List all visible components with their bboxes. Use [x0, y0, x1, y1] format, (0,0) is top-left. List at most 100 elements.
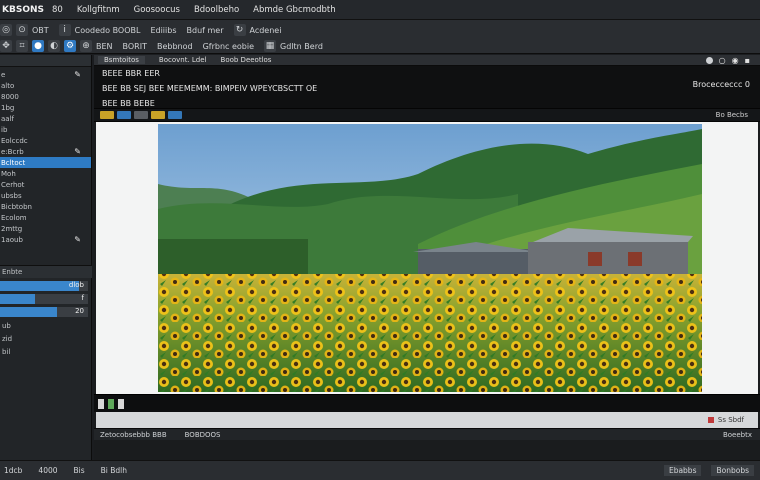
layer-item-label: 1bg — [1, 103, 15, 112]
layer-item[interactable]: ubsbs — [0, 190, 91, 201]
pencil-icon[interactable]: ✎ — [74, 147, 81, 156]
tab-2[interactable]: Bocovnt. Ldel — [159, 56, 207, 64]
slider-1[interactable]: dlob — [0, 281, 88, 291]
toolbar-label-5[interactable]: Acdenei — [250, 26, 282, 35]
layer-item-label: Bicbtobn — [1, 202, 32, 211]
layer-item[interactable]: Cerhot — [0, 179, 91, 190]
close-icon[interactable]: ▪ — [745, 56, 750, 65]
timeline-bar — [94, 394, 760, 412]
toolbar-label-4[interactable]: Bduf mer — [187, 26, 224, 35]
layer-item[interactable]: ib — [0, 124, 91, 135]
layer-item[interactable]: Bicbtobn — [0, 201, 91, 212]
bottom-left-label: Zetocobsebbb BBB — [100, 430, 167, 439]
layer-item[interactable]: Ecolom — [0, 212, 91, 223]
menu-item-5[interactable]: Abmde Gbcmodbth — [253, 5, 335, 15]
layer-item[interactable]: Moh — [0, 168, 91, 179]
canvas-status-text: Ss Sbdf — [717, 416, 744, 424]
layer-item[interactable]: Eolccdc — [0, 135, 91, 146]
layer-item[interactable]: alto — [0, 80, 91, 91]
layer-item[interactable]: 2mttg — [0, 223, 91, 234]
layer-item[interactable]: Bcltoct — [0, 157, 91, 168]
color-chip-yellow[interactable] — [100, 111, 114, 119]
layer-item[interactable]: 1bg — [0, 102, 91, 113]
layer-item[interactable]: e ✎ — [0, 69, 91, 80]
menu-item-1[interactable]: 80 — [52, 5, 63, 15]
toolbar: ◎ ⊙ OBT i Coodedo BOOBL Ediiibs Bduf mer… — [0, 20, 760, 54]
pencil-icon[interactable]: ✎ — [74, 70, 81, 79]
slider-1-label: dlob — [68, 281, 84, 289]
status-item-2: 4000 — [38, 466, 58, 475]
timeline-marker-1[interactable] — [98, 398, 104, 409]
status-button-2[interactable]: Bonbobs — [711, 465, 754, 476]
sub-toolbar: Bo Becbs — [94, 108, 760, 122]
toolbar-label-2[interactable]: Coodedo BOOBL — [75, 26, 141, 35]
layer-item-label: alto — [1, 81, 15, 90]
section-title: Enbte — [0, 266, 92, 278]
menu-item-4[interactable]: Bdoolbeho — [194, 5, 239, 15]
color-chip-gray[interactable] — [134, 111, 148, 119]
eraser-icon[interactable]: ◐ — [48, 40, 60, 52]
menu-item-3[interactable]: Goosoocus — [134, 5, 180, 15]
layer-item[interactable]: 8000 — [0, 91, 91, 102]
header-line-3: BEE BB BEBE — [102, 99, 155, 108]
gear-icon[interactable]: ⚙ — [64, 40, 76, 52]
zoom-icon[interactable]: ⊕ — [80, 40, 92, 52]
brush-icon[interactable]: ● — [32, 40, 44, 52]
menu-bar: KBSONS 80 Kollgfitnm Goosoocus Bdoolbeho… — [0, 0, 760, 20]
status-item-1: 1dcb — [4, 466, 23, 475]
color-chip-blue[interactable] — [117, 111, 131, 119]
bottom-mid-label: BOBDOOS — [184, 430, 221, 439]
layer-item-label: Bcltoct — [1, 158, 26, 167]
move-icon[interactable]: ✥ — [0, 40, 12, 52]
pencil-icon[interactable]: ✎ — [74, 235, 81, 244]
maximize-icon[interactable]: ◉ — [732, 56, 739, 65]
toolbar-label-8[interactable]: Bebbnod — [157, 42, 193, 51]
timeline-marker-3[interactable] — [118, 398, 124, 409]
slider-3[interactable]: 20 — [0, 307, 88, 317]
window-controls: ○ ◉ ▪ — [705, 56, 750, 65]
slider-2-label: f — [81, 294, 84, 302]
app-name: KBSONS — [2, 4, 44, 15]
toolbar-label-10[interactable]: Gdltn Berd — [280, 42, 323, 51]
info-icon[interactable]: i — [58, 24, 71, 36]
color-chip-blue-2[interactable] — [168, 111, 182, 119]
toolbar-label-7[interactable]: BORIT — [123, 42, 147, 51]
layer-item[interactable]: aalf — [0, 113, 91, 124]
layers-icon[interactable]: ◎ — [0, 24, 12, 36]
toolbar-label-6[interactable]: BEN — [96, 42, 113, 51]
tab-1[interactable]: Bsmtoitos — [98, 56, 145, 64]
status-item-4: Bi Bdlh — [100, 466, 128, 475]
slider-2[interactable]: f — [0, 294, 88, 304]
status-right: Ebabbs Bonbobs — [663, 465, 754, 476]
slider-3-label: 20 — [75, 307, 84, 315]
toolbar-label-9[interactable]: Gfrbnc eobie — [203, 42, 254, 51]
panel-option-1[interactable]: ub — [0, 322, 92, 330]
grid-icon[interactable]: ▦ — [264, 40, 277, 52]
layer-item-label: Ecolom — [1, 213, 27, 222]
layer-item-label: ib — [1, 125, 8, 134]
header-line-1: BEEE BBR EER — [102, 69, 160, 78]
minimize-icon[interactable]: ○ — [719, 56, 726, 65]
refresh-icon[interactable]: ↻ — [233, 24, 246, 36]
link-icon[interactable]: ⊙ — [16, 24, 28, 36]
image-canvas[interactable] — [96, 122, 758, 394]
layer-item[interactable]: e:Bcrb ✎ — [0, 146, 91, 157]
layer-item[interactable]: 1aoub ✎ — [0, 234, 91, 245]
panel-option-2[interactable]: zid — [0, 335, 92, 343]
layer-item-label: e:Bcrb — [1, 147, 24, 156]
status-button-1[interactable]: Ebabbs — [663, 465, 702, 476]
panel-option-3[interactable]: bil — [0, 348, 92, 356]
record-icon[interactable] — [707, 417, 714, 423]
toolbar-label-3[interactable]: Ediiibs — [150, 26, 176, 35]
layer-item-label: 2mttg — [1, 224, 23, 233]
color-chip-yellow-2[interactable] — [151, 111, 165, 119]
settings-icon[interactable] — [705, 56, 713, 64]
document-header: BEEE BBR EER BEE BB SEJ BEE MEEMEMM: BIM… — [94, 66, 760, 108]
crop-icon[interactable]: ⌗ — [16, 40, 28, 52]
tab-bar: Bsmtoitos Bocovnt. Ldel Boob Deeotlos ○ … — [94, 55, 760, 66]
menu-item-2[interactable]: Kollgfitnm — [77, 5, 120, 15]
adjustments-section: Enbte dlob f 20 ub zid bil — [0, 265, 92, 460]
tab-3[interactable]: Boob Deeotlos — [221, 56, 272, 64]
timeline-marker-2[interactable] — [108, 398, 114, 409]
toolbar-label-1[interactable]: OBT — [32, 26, 49, 35]
